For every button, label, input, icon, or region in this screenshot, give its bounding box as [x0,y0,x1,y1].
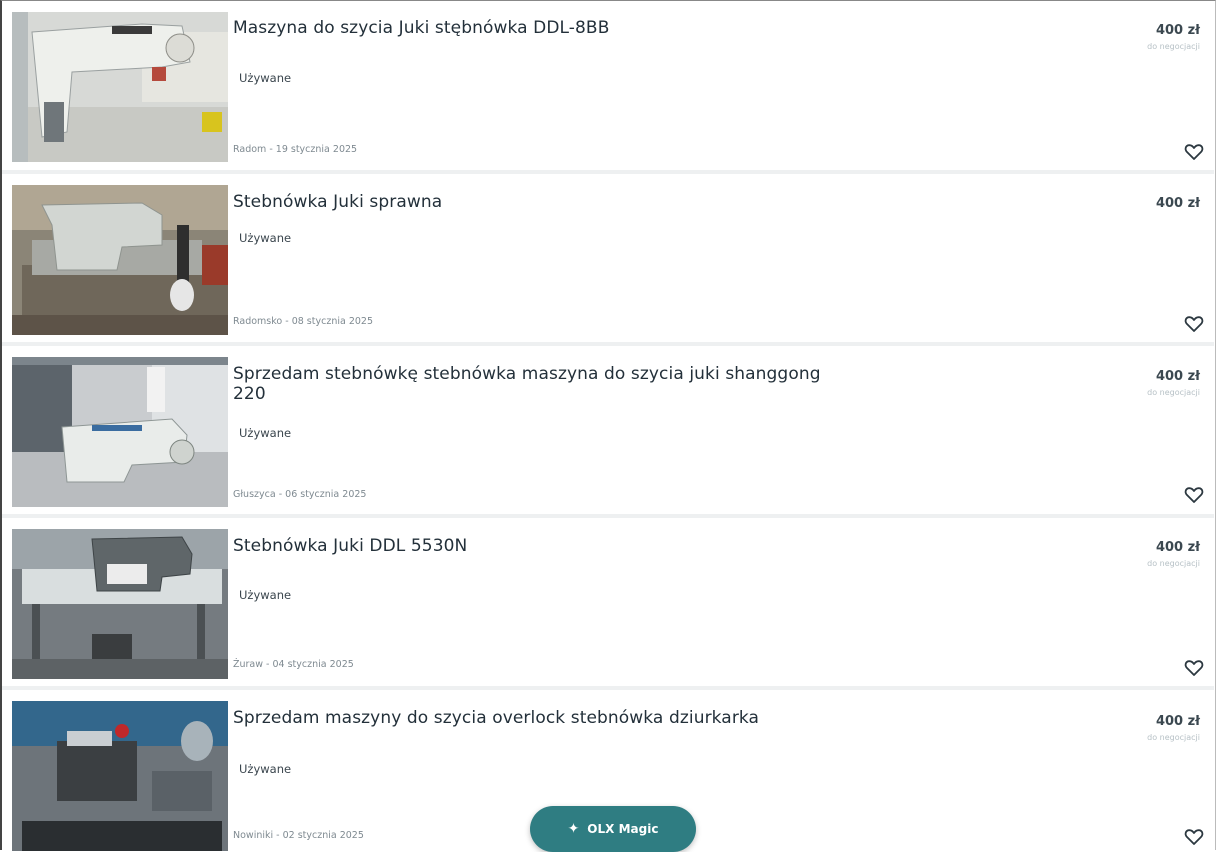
listing-title[interactable]: Stebnówka Juki sprawna [233,192,853,212]
listing-list: Maszyna do szycia Juki stębnówka DDL-8BB… [2,2,1214,851]
heart-outline-icon [1184,316,1204,332]
favorite-button[interactable] [1184,486,1204,504]
listing-negotiable: do negocjacji [1147,559,1200,568]
favorite-button[interactable] [1184,828,1204,846]
listing-condition: Używane [239,588,292,602]
listing-photo[interactable] [12,185,228,335]
olx-magic-label: OLX Magic [587,822,659,836]
listing-price: 400 zł [1155,369,1200,384]
listing-card[interactable]: Maszyna do szycia Juki stębnówka DDL-8BB… [2,2,1214,174]
listing-title[interactable]: Sprzedam stebnówkę stebnówka maszyna do … [233,364,853,404]
sewing-machine-photo [12,701,228,851]
listing-negotiable: do negocjacji [1147,733,1200,742]
favorite-button[interactable] [1184,143,1204,161]
heart-outline-icon [1184,144,1204,160]
listing-photo[interactable] [12,357,228,507]
heart-outline-icon [1184,829,1204,845]
listing-card[interactable]: Stebnówka Juki sprawna Używane Radomsko … [2,174,1214,346]
listing-price: 400 zł [1155,540,1200,555]
listing-title[interactable]: Sprzedam maszyny do szycia overlock steb… [233,708,853,728]
listing-location-date: Żuraw - 04 stycznia 2025 [233,659,354,670]
listing-price: 400 zł [1155,714,1200,729]
listing-title[interactable]: Stebnówka Juki DDL 5530N [233,536,853,556]
sewing-machine-photo [12,185,228,335]
sewing-machine-photo [12,529,228,679]
listing-card[interactable]: Sprzedam stebnówkę stebnówka maszyna do … [2,346,1214,518]
listing-photo[interactable] [12,529,228,679]
listing-photo[interactable] [12,12,228,162]
favorite-button[interactable] [1184,315,1204,333]
listing-condition: Używane [239,762,292,776]
listing-condition: Używane [239,231,292,245]
sparkle-icon: ✦ [567,821,580,837]
heart-outline-icon [1184,487,1204,503]
listing-location-date: Radomsko - 08 stycznia 2025 [233,316,373,327]
listing-location-date: Głuszyca - 06 stycznia 2025 [233,489,367,500]
listing-negotiable: do negocjacji [1147,42,1200,51]
sewing-machine-photo [12,357,228,507]
listing-location-date: Radom - 19 stycznia 2025 [233,144,358,155]
olx-magic-button[interactable]: ✦ OLX Magic [530,806,696,852]
listing-negotiable: do negocjacji [1147,388,1200,397]
heart-outline-icon [1184,660,1204,676]
listing-card[interactable]: Stebnówka Juki DDL 5530N Używane Żuraw -… [2,518,1214,690]
listing-price: 400 zł [1155,196,1200,211]
favorite-button[interactable] [1184,659,1204,677]
listing-location-date: Nowiniki - 02 stycznia 2025 [233,830,364,841]
listing-title[interactable]: Maszyna do szycia Juki stębnówka DDL-8BB [233,18,853,38]
sewing-machine-photo [12,12,228,162]
listing-condition: Używane [239,71,292,85]
listing-price: 400 zł [1155,23,1200,38]
listing-condition: Używane [239,426,292,440]
listing-photo[interactable] [12,701,228,851]
